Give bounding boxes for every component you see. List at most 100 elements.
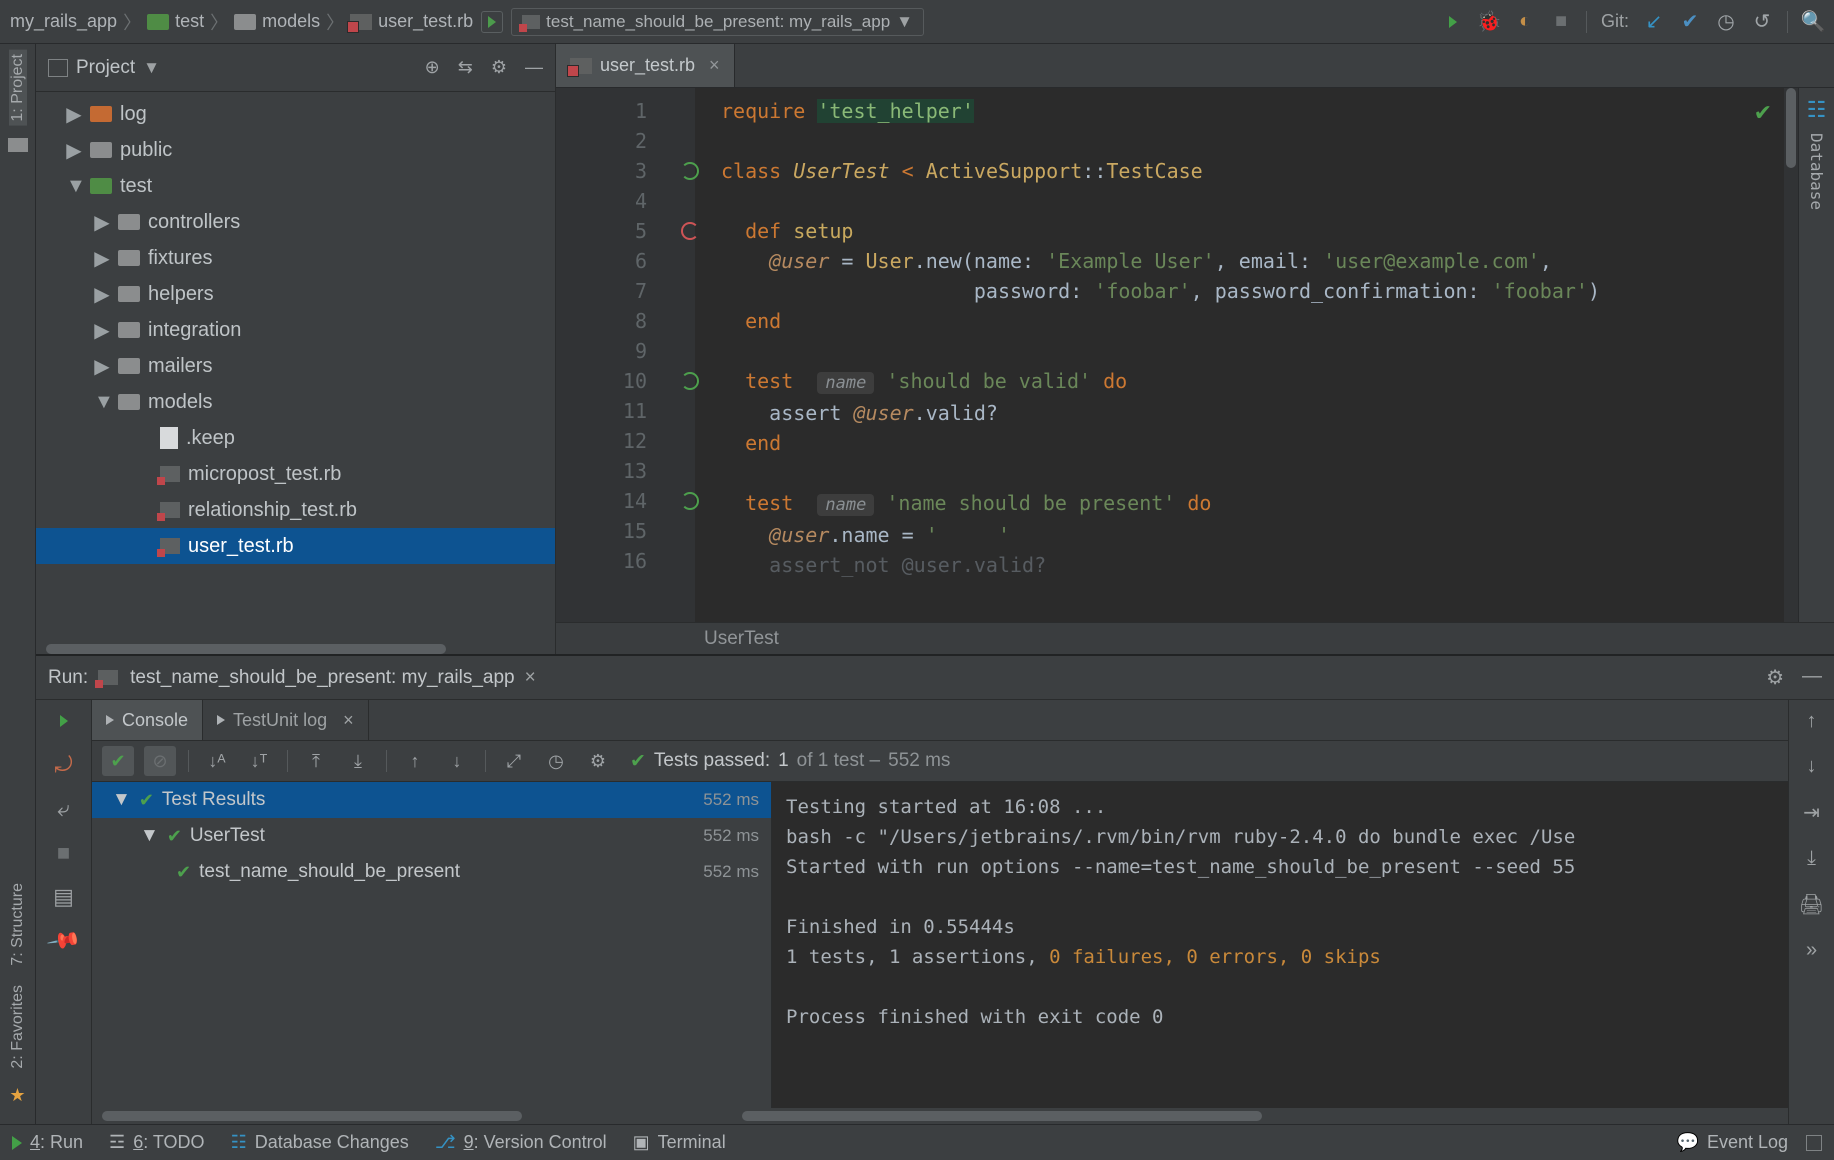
tab-testunit-log[interactable]: TestUnit log× <box>203 700 369 740</box>
sort-alpha-button[interactable]: ↓ᴬ <box>201 746 233 776</box>
scroll-up-button[interactable]: ↑ <box>1807 710 1817 733</box>
inspection-ok-icon[interactable]: ✔ <box>1754 100 1772 126</box>
tree-node[interactable]: ▼models <box>36 384 555 420</box>
tool-favorites[interactable]: 2: Favorites <box>9 981 27 1073</box>
scroll-down-button[interactable]: ↓ <box>1807 755 1817 778</box>
soft-wrap-button[interactable]: ⇥ <box>1803 800 1820 825</box>
history-button[interactable]: ◷ <box>1715 11 1737 33</box>
run-config-title: test_name_should_be_present: my_rails_ap… <box>130 667 514 689</box>
bottom-run[interactable]: 4: Run <box>12 1132 83 1153</box>
prev-test-button[interactable]: ↑ <box>399 746 431 776</box>
run-config-selector[interactable]: test_name_should_be_present: my_rails_ap… <box>511 8 924 36</box>
locate-button[interactable]: ⊕ <box>425 57 440 78</box>
folder-icon[interactable] <box>8 138 28 152</box>
editor-tab[interactable]: user_test.rb × <box>556 44 735 87</box>
settings-icon[interactable]: ⚙ <box>491 57 507 78</box>
star-icon: ★ <box>9 1085 25 1106</box>
stop-button[interactable]: ■ <box>1550 11 1572 33</box>
console-output[interactable]: Testing started at 16:08 ... bash -c "/U… <box>772 782 1788 1108</box>
tree-node[interactable]: ▶helpers <box>36 276 555 312</box>
tab-console[interactable]: Console <box>92 700 203 740</box>
toggle-auto-test-button[interactable]: ⤾ <box>51 752 77 778</box>
coverage-button[interactable]: ◐ <box>1514 11 1536 33</box>
tree-node[interactable]: user_test.rb <box>36 528 555 564</box>
h-scrollbar[interactable] <box>36 644 555 654</box>
vcs-update-button[interactable]: ↙ <box>1643 11 1665 33</box>
attach-debugger-button[interactable]: ⤶ <box>51 796 77 822</box>
code-area[interactable]: require 'test_helper' class UserTest < A… <box>695 88 1784 622</box>
breadcrumb-file[interactable]: user_test.rb <box>378 11 473 32</box>
tree-node[interactable]: ▶mailers <box>36 348 555 384</box>
export-button[interactable]: ⤢ <box>498 746 530 776</box>
test-tree-row[interactable]: ▼✔UserTest552 ms <box>92 818 771 854</box>
debug-button[interactable]: 🐞 <box>1478 11 1500 33</box>
scroll-to-end-button[interactable]: ⤓ <box>1807 847 1816 870</box>
bottom-event-log[interactable]: 💬Event Log <box>1677 1132 1788 1153</box>
breadcrumb-item[interactable]: models <box>262 11 320 32</box>
event-log-icon: 💬 <box>1677 1132 1699 1153</box>
tree-node[interactable]: ▼test <box>36 168 555 204</box>
close-icon[interactable]: × <box>343 710 354 731</box>
tree-node[interactable]: .keep <box>36 420 555 456</box>
minimize-button[interactable]: — <box>1802 665 1822 690</box>
settings-icon[interactable]: ⚙ <box>1766 665 1784 690</box>
tree-node[interactable]: ▶fixtures <box>36 240 555 276</box>
collapse-all-button[interactable]: ⇆ <box>458 57 473 78</box>
project-title[interactable]: Project <box>76 57 135 79</box>
status-icon[interactable] <box>1806 1135 1822 1151</box>
tool-project[interactable]: 1: Project <box>9 50 27 126</box>
editor-breadcrumb[interactable]: UserTest <box>556 622 1834 654</box>
bottom-todo[interactable]: ☲6: TODO <box>109 1132 205 1153</box>
bottom-terminal[interactable]: ▣Terminal <box>633 1132 726 1153</box>
more-button[interactable]: » <box>1806 939 1817 962</box>
tree-node[interactable]: ▶controllers <box>36 204 555 240</box>
tool-structure[interactable]: 7: Structure <box>9 879 27 970</box>
top-toolbar: my_rails_app 〉 test 〉 models 〉 user_test… <box>0 0 1834 44</box>
h-scrollbar[interactable] <box>92 1108 1788 1124</box>
run-context-button[interactable] <box>481 11 503 33</box>
tree-node[interactable]: micropost_test.rb <box>36 456 555 492</box>
collapse-all-button[interactable]: ⤓ <box>342 746 374 776</box>
v-scrollbar[interactable] <box>1784 88 1798 622</box>
show-ignored-button[interactable]: ⊘ <box>144 746 176 776</box>
chevron-down-icon[interactable]: ▼ <box>143 58 160 78</box>
git-label: Git: <box>1601 11 1629 32</box>
breadcrumb-item[interactable]: test <box>175 11 204 32</box>
stop-button[interactable]: ■ <box>51 840 77 866</box>
tree-node[interactable]: ▶public <box>36 132 555 168</box>
tree-node[interactable]: ▶log <box>36 96 555 132</box>
layout-button[interactable]: ▤ <box>51 884 77 910</box>
breadcrumb-root[interactable]: my_rails_app <box>10 11 117 32</box>
line-gutter[interactable]: 12345678910111213141516 <box>556 88 661 622</box>
revert-button[interactable]: ↺ <box>1751 11 1773 33</box>
run-left-strip: ⤾ ⤶ ■ ▤ 📌 <box>36 700 92 1124</box>
test-tree-row[interactable]: ✔test_name_should_be_present552 ms <box>92 854 771 890</box>
expand-all-button[interactable]: ⤒ <box>300 746 332 776</box>
rerun-button[interactable] <box>51 708 77 734</box>
history-button[interactable]: ◷ <box>540 746 572 776</box>
bottom-vcs[interactable]: ⎇9: Version Control <box>435 1132 607 1153</box>
database-icon[interactable]: ☷ <box>1807 98 1827 123</box>
next-test-button[interactable]: ↓ <box>441 746 473 776</box>
test-tree[interactable]: ▼✔Test Results552 ms▼✔UserTest552 ms✔tes… <box>92 782 772 1108</box>
bottom-db[interactable]: ☷Database Changes <box>231 1132 409 1153</box>
separator <box>1787 11 1788 33</box>
tree-node[interactable]: ▶integration <box>36 312 555 348</box>
vcs-commit-button[interactable]: ✔ <box>1679 11 1701 33</box>
print-button[interactable]: 🖨 <box>1799 892 1824 917</box>
close-icon[interactable]: × <box>709 55 720 76</box>
project-tree[interactable]: ▶log▶public▼test▶controllers▶fixtures▶he… <box>36 92 555 644</box>
tool-database[interactable]: Database <box>1807 129 1826 214</box>
tab-label: user_test.rb <box>600 55 695 76</box>
close-icon[interactable]: × <box>525 667 536 689</box>
run-button[interactable] <box>1442 11 1464 33</box>
search-button[interactable]: 🔍 <box>1802 11 1824 33</box>
minimize-button[interactable]: — <box>525 57 543 78</box>
test-tree-row[interactable]: ▼✔Test Results552 ms <box>92 782 771 818</box>
test-settings-button[interactable]: ⚙ <box>582 746 614 776</box>
breadcrumb[interactable]: my_rails_app 〉 test 〉 models 〉 user_test… <box>10 9 473 35</box>
show-passed-button[interactable]: ✔ <box>102 746 134 776</box>
tree-node[interactable]: relationship_test.rb <box>36 492 555 528</box>
pin-button[interactable]: 📌 <box>45 923 81 959</box>
sort-duration-button[interactable]: ↓ᵀ <box>243 746 275 776</box>
